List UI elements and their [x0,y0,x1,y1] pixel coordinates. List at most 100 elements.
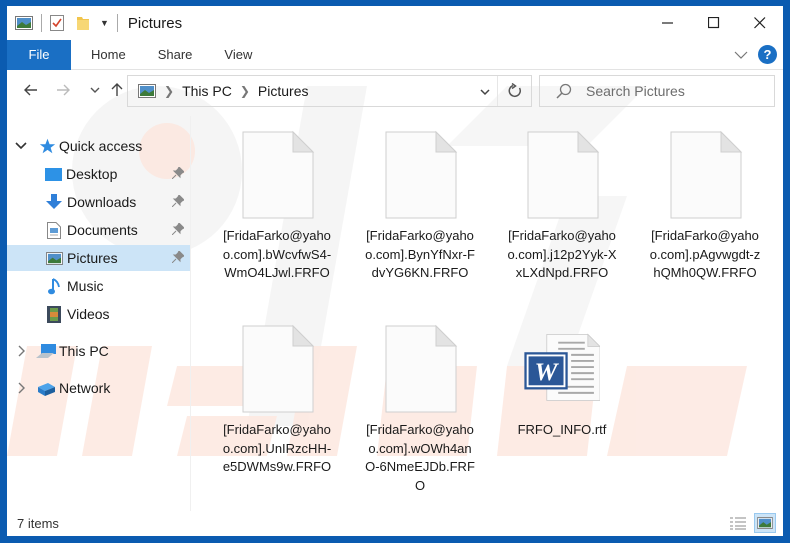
file-item[interactable]: [FridaFarko@yahoo.com].bWcvfwS4-WmO4LJwl… [209,116,345,283]
recent-locations-button[interactable] [85,80,105,100]
file-name: [FridaFarko@yahoo.com].wOWh4anO-6NmeEJDb… [365,422,475,493]
pin-icon[interactable] [172,223,184,235]
divider [41,14,42,32]
breadcrumb-this-pc[interactable]: This PC [182,83,232,99]
search-icon [556,83,572,99]
divider [116,14,118,32]
forward-button[interactable] [53,80,73,100]
sidebar-item-pictures[interactable]: Pictures [7,245,190,271]
address-bar[interactable]: ❯ This PC ❯ Pictures [127,75,532,107]
blank-file-icon [670,130,743,219]
sidebar-item-this-pc[interactable]: This PC [7,338,190,364]
pictures-location-icon [138,84,156,98]
navigation-pane: Quick access Desktop Downloads Documents… [7,128,190,508]
tab-share[interactable]: Share [142,40,209,70]
documents-icon [47,221,61,239]
music-icon [48,277,60,294]
large-icons-view-icon [757,517,773,529]
ribbon-right-controls: ? [734,45,777,64]
tab-view[interactable]: View [208,40,268,70]
sidebar-item-label: Documents [67,222,138,238]
pin-icon[interactable] [172,195,184,207]
search-box[interactable] [539,75,775,107]
details-view-button[interactable] [727,513,749,533]
properties-icon[interactable] [50,15,64,31]
sidebar-item-videos[interactable]: Videos [7,301,190,327]
navigation-bar: ❯ This PC ❯ Pictures [7,70,783,112]
blank-file-icon [242,130,315,219]
quick-access-toolbar: ▼ [15,14,126,32]
chevron-down-icon [90,87,100,93]
expand-chevron-icon[interactable] [18,382,26,394]
customize-qat-icon[interactable]: ▼ [100,18,109,28]
blank-file-icon [527,130,600,219]
maximize-icon [708,17,720,29]
back-arrow-icon [24,84,37,96]
expand-chevron-icon[interactable] [18,345,26,357]
title-bar: ▼ Pictures [7,6,783,40]
sidebar-item-quick-access[interactable]: Quick access [7,133,190,159]
downloads-icon [46,194,62,209]
file-item[interactable]: W FRFO_INFO.rtf [494,310,630,440]
svg-text:W: W [535,357,560,386]
item-count: 7 items [17,516,59,531]
star-icon [39,138,56,154]
address-history-dropdown-icon[interactable] [479,82,491,102]
sidebar-item-desktop[interactable]: Desktop [7,161,190,187]
search-input[interactable] [586,83,766,99]
file-name: FRFO_INFO.rtf [517,422,607,437]
window-controls [645,6,783,40]
computer-icon [36,343,56,358]
minimize-button[interactable] [645,6,691,40]
close-button[interactable] [737,6,783,40]
sidebar-item-music[interactable]: Music [7,273,190,299]
sidebar-item-label: Desktop [66,166,118,182]
sidebar-item-label: Quick access [59,138,143,154]
network-icon [38,382,55,396]
sidebar-item-documents[interactable]: Documents [7,217,190,243]
file-item[interactable]: [FridaFarko@yahoo.com].UnIRzcHH-e5DWMs9w… [209,310,345,477]
refresh-button[interactable] [497,76,531,106]
word-document-icon: W [524,333,600,401]
file-item[interactable]: [FridaFarko@yahoo.com].BynYfNxr-FdvYG6KN… [352,116,488,283]
pin-icon[interactable] [172,167,184,179]
ribbon: File Home Share View ? [7,39,783,70]
new-folder-icon[interactable] [76,15,90,31]
file-item[interactable]: [FridaFarko@yahoo.com].wOWh4anO-6NmeEJDb… [352,310,488,495]
breadcrumb-separator-icon[interactable]: ❯ [240,84,250,98]
file-name: [FridaFarko@yahoo.com].j12p2Yyk-XxLXdNpd… [507,228,617,280]
expand-ribbon-icon[interactable] [734,50,748,60]
sidebar-item-network[interactable]: Network [7,375,190,401]
file-list: [FridaFarko@yahoo.com].bWcvfwS4-WmO4LJwl… [197,116,783,511]
breadcrumb-separator-icon[interactable]: ❯ [164,84,174,98]
pictures-icon [46,251,63,265]
minimize-icon [662,22,673,24]
pin-icon[interactable] [172,251,184,263]
back-button[interactable] [21,80,41,100]
videos-icon [47,305,61,323]
refresh-icon [508,83,521,98]
tab-file[interactable]: File [7,39,71,70]
file-name: [FridaFarko@yahoo.com].pAgvwgdt-zhQMh0QW… [649,228,761,280]
pictures-folder-icon [15,16,33,30]
tab-home[interactable]: Home [75,40,142,70]
file-item[interactable]: [FridaFarko@yahoo.com].j12p2Yyk-XxLXdNpd… [494,116,630,283]
large-icons-view-button[interactable] [754,513,776,533]
pane-divider[interactable] [190,116,191,511]
maximize-button[interactable] [691,6,737,40]
breadcrumb-pictures[interactable]: Pictures [258,83,309,99]
details-view-icon [730,517,746,530]
sidebar-item-downloads[interactable]: Downloads [7,189,190,215]
blank-file-icon [385,130,458,219]
file-name: [FridaFarko@yahoo.com].bWcvfwS4-WmO4LJwl… [222,228,332,280]
file-name: [FridaFarko@yahoo.com].BynYfNxr-FdvYG6KN… [365,228,475,280]
up-arrow-icon [111,83,123,96]
up-button[interactable] [107,80,127,100]
status-bar: 7 items [7,511,783,536]
file-name: [FridaFarko@yahoo.com].UnIRzcHH-e5DWMs9w… [222,422,332,474]
help-button[interactable]: ? [758,45,777,64]
window-title: Pictures [127,14,183,32]
file-item[interactable]: [FridaFarko@yahoo.com].pAgvwgdt-zhQMh0QW… [637,116,773,283]
sidebar-item-label: Downloads [67,194,137,210]
expand-chevron-icon[interactable] [15,142,27,150]
